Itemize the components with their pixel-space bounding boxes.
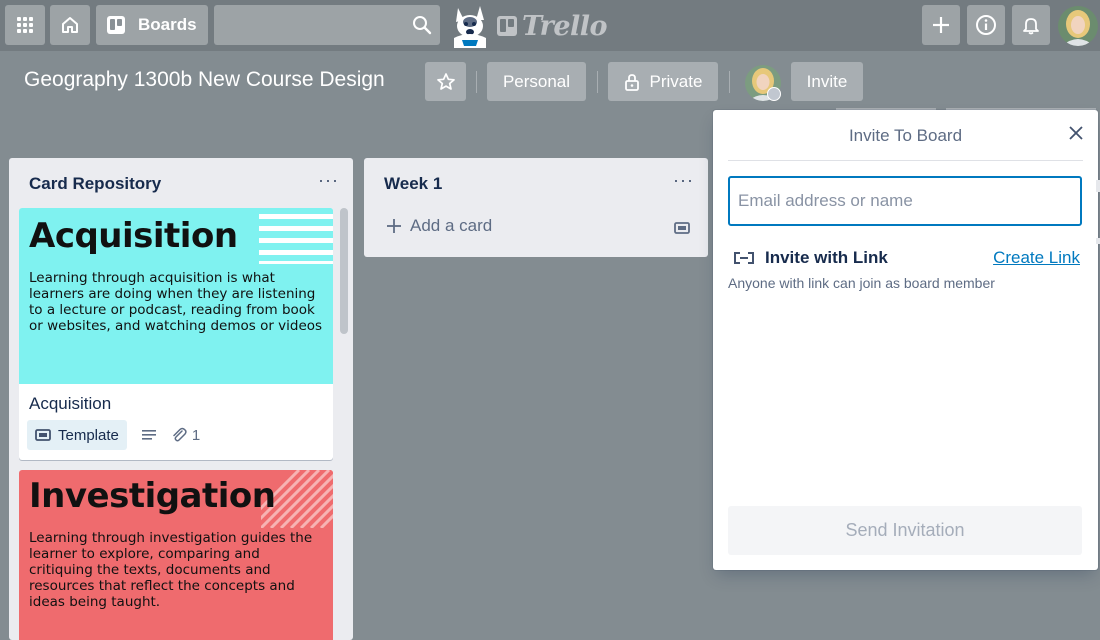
user-photo-icon	[1058, 6, 1098, 46]
list-menu-button[interactable]: ···	[318, 170, 339, 191]
header-divider	[476, 71, 477, 93]
header-divider	[729, 71, 730, 93]
header-divider	[597, 71, 598, 93]
list-menu-button[interactable]: ···	[673, 170, 694, 191]
list-title[interactable]: Week 1	[384, 174, 442, 194]
card-cover: Investigation Learning through investiga…	[19, 470, 333, 640]
list-title[interactable]: Card Repository	[29, 174, 161, 194]
star-board-button[interactable]	[425, 62, 466, 101]
top-navigation-bar: Boards Trello	[0, 0, 1100, 51]
invite-with-link-row: Invite with Link	[733, 248, 888, 268]
apps-grid-icon	[17, 17, 33, 33]
template-badge: Template	[27, 420, 127, 450]
trello-board-icon	[497, 16, 517, 36]
info-icon	[976, 15, 996, 35]
plus-icon	[387, 219, 401, 233]
search-input[interactable]	[214, 5, 440, 45]
husky-mascot-icon	[454, 6, 486, 48]
home-icon	[62, 17, 78, 33]
invite-button[interactable]: Invite	[791, 62, 863, 101]
next-list-edge	[1096, 180, 1100, 244]
close-icon	[1069, 126, 1083, 140]
board-visibility-button[interactable]: Private	[608, 62, 718, 101]
description-icon	[141, 430, 156, 440]
cover-heading: Acquisition	[29, 216, 238, 256]
link-icon	[734, 252, 754, 264]
cover-heading: Investigation	[29, 476, 276, 516]
trello-logo[interactable]: Trello	[446, 2, 608, 50]
invite-label: Invite	[806, 71, 848, 91]
list-scrollbar[interactable]	[340, 208, 348, 334]
attachment-count: 1	[191, 426, 201, 444]
bell-icon	[1023, 18, 1039, 35]
trello-wordmark: Trello	[522, 10, 608, 42]
card-investigation[interactable]: Investigation Learning through investiga…	[19, 470, 333, 640]
admin-badge-icon	[767, 87, 781, 101]
list-card-repository: Card Repository ··· Acquisition Learning…	[9, 158, 353, 640]
create-link-button[interactable]: Create Link	[993, 248, 1080, 268]
create-button[interactable]	[922, 5, 960, 45]
list-week-1: Week 1 ··· Add a card	[364, 158, 708, 257]
popover-divider	[728, 160, 1083, 161]
team-visibility-button[interactable]: Personal	[487, 62, 586, 101]
stripes-decoration	[259, 208, 333, 264]
lock-icon	[624, 73, 639, 91]
user-avatar[interactable]	[1058, 6, 1098, 46]
star-icon	[436, 72, 455, 90]
email-or-name-input[interactable]	[728, 176, 1082, 226]
add-card-label: Add a card	[410, 216, 493, 235]
template-icon	[35, 429, 51, 441]
card-title: Acquisition	[29, 394, 112, 413]
cover-description: Learning through investigation guides th…	[29, 530, 313, 610]
search-icon	[413, 16, 432, 35]
team-visibility-label: Personal	[502, 71, 571, 91]
card-cover: Acquisition Learning through acquisition…	[19, 208, 333, 384]
invite-to-board-popover: Invite To Board Invite with Link Create …	[713, 110, 1098, 570]
apps-button[interactable]	[5, 5, 45, 45]
plus-icon	[933, 17, 949, 33]
boards-icon	[107, 16, 125, 34]
template-label: Template	[58, 426, 119, 444]
send-invitation-button[interactable]: Send Invitation	[728, 506, 1082, 555]
home-button[interactable]	[50, 5, 90, 45]
information-button[interactable]	[967, 5, 1005, 45]
add-card-button[interactable]: Add a card	[386, 216, 492, 236]
popover-title: Invite To Board	[848, 126, 963, 145]
board-title[interactable]: Geography 1300b New Course Design	[24, 68, 385, 92]
board-visibility-label: Private	[649, 71, 703, 91]
notifications-button[interactable]	[1012, 5, 1050, 45]
card-acquisition[interactable]: Acquisition Learning through acquisition…	[19, 208, 333, 460]
card-badges: Template 1	[27, 420, 200, 450]
attachment-icon	[173, 427, 187, 442]
boards-button[interactable]: Boards	[96, 5, 208, 45]
cover-description: Learning through acquisition is what lea…	[29, 270, 323, 334]
close-popover-button[interactable]	[1068, 125, 1084, 146]
create-from-template-button[interactable]	[674, 221, 690, 240]
invite-link-description: Anyone with link can join as board membe…	[728, 275, 995, 291]
invite-with-link-label: Invite with Link	[765, 248, 888, 267]
boards-label: Boards	[138, 15, 197, 34]
template-icon	[674, 222, 690, 234]
